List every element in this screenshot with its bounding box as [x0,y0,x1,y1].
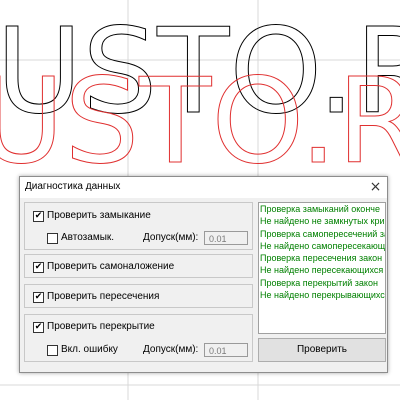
intersection-check-group: ✔ Проверить пересечения [24,284,253,308]
background-red-text: USTO.R [0,52,400,190]
check-overlap-label: Проверить перекрытие [47,321,155,332]
log-line: Не найдено пересекающихся [260,265,384,276]
closure-tolerance-input[interactable]: 0.01 [204,231,248,245]
check-intersections-checkbox[interactable]: ✔ [33,292,44,303]
enable-error-checkbox[interactable] [47,345,58,356]
log-line: Не найдено перекрывающихс [260,290,385,301]
overlap-tolerance-input[interactable]: 0.01 [204,343,248,357]
check-intersections-label: Проверить пересечения [47,291,160,302]
log-line: Проверка самопересечений за [260,228,386,239]
dialog-title: Диагностика данных [25,181,121,192]
log-line: Проверка пересечения закон [260,253,383,264]
check-self-overlap-checkbox[interactable]: ✔ [33,262,44,273]
check-button[interactable]: Проверить [258,338,386,362]
enable-error-label: Вкл. ошибку [61,344,118,355]
close-icon[interactable]: × [366,178,385,196]
check-self-overlap-label: Проверить самоналожение [47,261,175,272]
title-bar[interactable]: Диагностика данных × [20,177,387,198]
log-line: Проверка замыканий оконче [260,204,380,214]
autoclose-label: Автозамык. [61,232,115,243]
closure-check-group: ✔ Проверить замыкание Автозамык. Допуск(… [24,202,253,250]
log-output[interactable]: Проверка замыканий оконче Не найдено не … [258,202,386,334]
log-line: Проверка перекрытий закон [260,277,378,288]
check-overlap-checkbox[interactable]: ✔ [33,322,44,333]
overlap-check-group: ✔ Проверить перекрытие Вкл. ошибку Допус… [24,314,253,362]
diagnostics-dialog: Диагностика данных × ✔ Проверить замыкан… [19,176,388,373]
autoclose-checkbox[interactable] [47,233,58,244]
log-line: Не найдено самопересекающ [260,240,386,251]
self-overlap-check-group: ✔ Проверить самоналожение [24,254,253,278]
log-line: Не найдено не замкнутых кри [260,216,385,227]
check-closure-label: Проверить замыкание [47,210,151,221]
tolerance-label: Допуск(мм): [143,344,199,355]
tolerance-label: Допуск(мм): [143,232,199,243]
check-closure-checkbox[interactable]: ✔ [33,211,44,222]
